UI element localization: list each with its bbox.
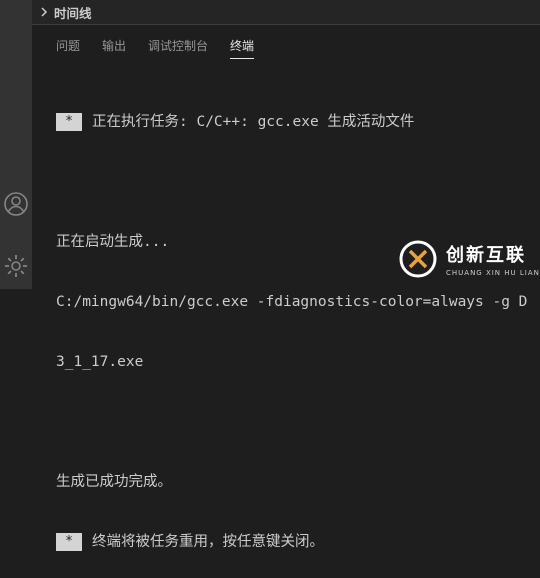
task-star-marker: * — [56, 113, 82, 131]
tab-problems[interactable]: 问题 — [56, 25, 80, 65]
task-star-marker: * — [56, 533, 82, 551]
terminal-text: 正在执行任务: C/C++: gcc.exe 生成活动文件 — [92, 114, 415, 130]
brand-logo-icon — [399, 240, 437, 278]
timeline-section-header[interactable]: 时间线 — [32, 0, 540, 25]
tab-debug-console[interactable]: 调试控制台 — [148, 25, 208, 65]
tab-output[interactable]: 输出 — [102, 25, 126, 65]
terminal-text: 终端将被任务重用，按任意键关闭。 — [92, 534, 324, 550]
chevron-right-icon[interactable] — [38, 6, 50, 18]
terminal-line: * 终端将被任务重用，按任意键关闭。 — [56, 532, 540, 552]
watermark-logo: 创新互联 CHUANG XIN HU LIAN — [388, 229, 540, 289]
terminal-output[interactable]: * 正在执行任务: C/C++: gcc.exe 生成活动文件 正在启动生成...… — [56, 72, 540, 578]
timeline-title: 时间线 — [54, 5, 92, 21]
terminal-line: * 正在执行任务: C/C++: gcc.exe 生成活动文件 — [56, 112, 540, 132]
terminal-line: 生成已成功完成。 — [56, 474, 172, 490]
account-icon[interactable] — [2, 190, 30, 218]
tab-terminal[interactable]: 终端 — [230, 25, 255, 65]
gear-icon[interactable] — [2, 252, 30, 280]
watermark-brand-name: 创新互联 — [446, 245, 526, 266]
terminal-line: 3_1_17.exe — [56, 354, 144, 370]
terminal-line: C:/mingw64/bin/gcc.exe -fdiagnostics-col… — [56, 294, 528, 310]
activity-bar — [0, 0, 32, 289]
panel-tabs: 问题 输出 调试控制台 终端 — [32, 25, 276, 65]
watermark-brand-pinyin: CHUANG XIN HU LIAN — [446, 269, 540, 277]
